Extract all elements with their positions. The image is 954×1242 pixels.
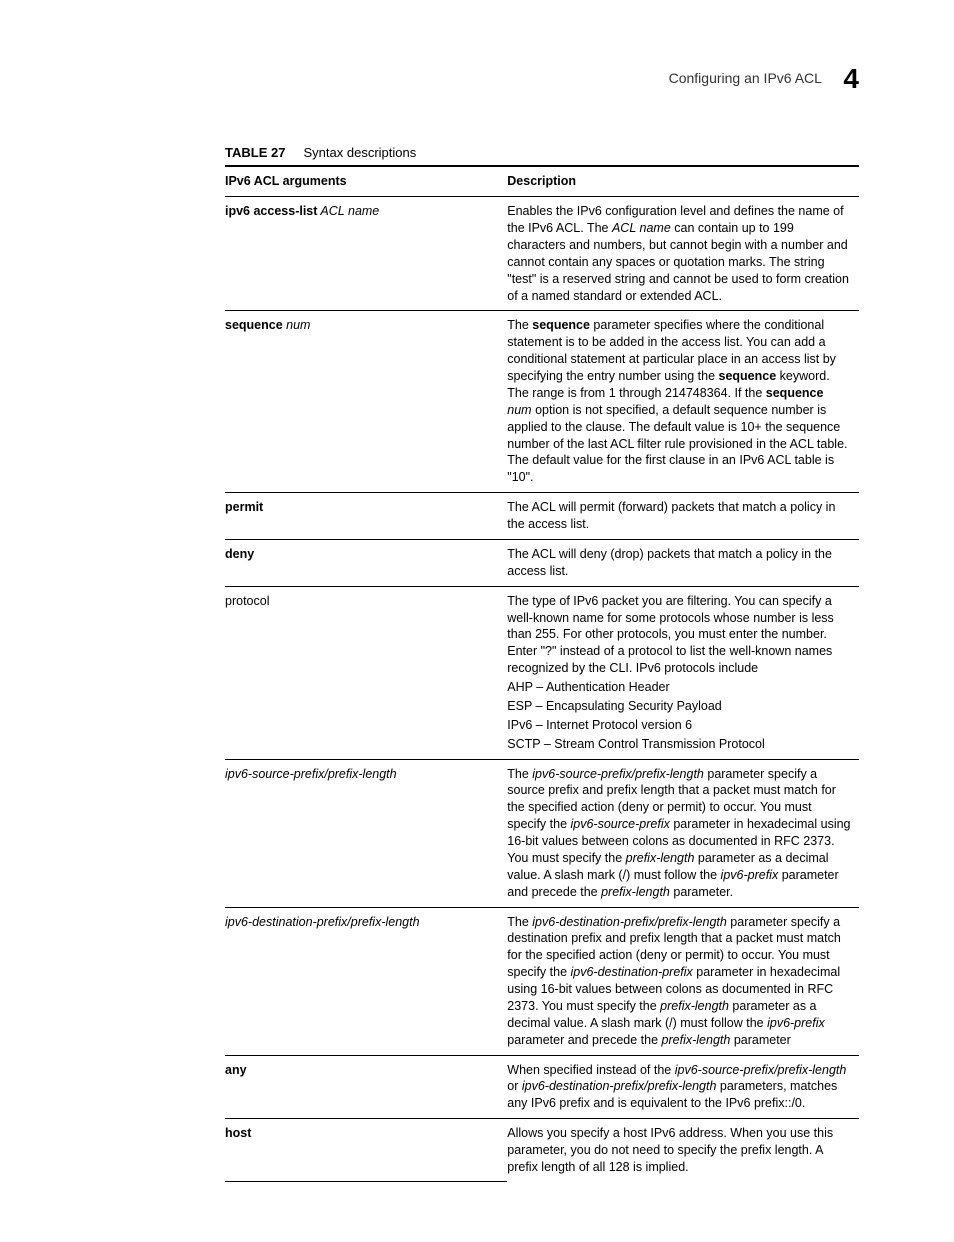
table-row: ipv6 access-list ACL name Enables the IP… [225, 197, 859, 311]
text-italic: ipv6-destination-prefix [571, 965, 693, 979]
text: The [507, 767, 532, 781]
text: The type of IPv6 packet you are filterin… [507, 593, 851, 677]
table-row: host Allows you specify a host IPv6 addr… [225, 1119, 859, 1182]
desc-cell: The ACL will deny (drop) packets that ma… [507, 539, 859, 586]
text-italic: prefix-length [662, 1033, 731, 1047]
text-italic: ipv6-destination-prefix/prefix-length [522, 1079, 717, 1093]
text: When specified instead of the [507, 1063, 674, 1077]
chapter-number: 4 [843, 60, 859, 98]
text-italic: ACL name [612, 221, 671, 235]
desc-cell: The ipv6-destination-prefix/prefix-lengt… [507, 907, 859, 1055]
arg-italic: ipv6-source-prefix/prefix-length [225, 767, 397, 781]
desc-cell: Allows you specify a host IPv6 address. … [507, 1119, 859, 1182]
arg-cell: ipv6 access-list ACL name [225, 197, 507, 311]
arg-cell: protocol [225, 586, 507, 759]
text: The ACL will permit (forward) packets th… [507, 499, 851, 533]
text: or [507, 1079, 522, 1093]
table-row: any When specified instead of the ipv6-s… [225, 1055, 859, 1119]
page: Configuring an IPv6 ACL 4 TABLE 27 Synta… [0, 0, 954, 1242]
arg-cell: ipv6-source-prefix/prefix-length [225, 759, 507, 907]
text-italic: prefix-length [626, 851, 695, 865]
text: The [507, 915, 532, 929]
arg-bold: host [225, 1126, 251, 1140]
table-caption: TABLE 27 Syntax descriptions [225, 144, 859, 162]
col-header-arguments: IPv6 ACL arguments [225, 166, 507, 196]
arg-bold: any [225, 1063, 247, 1077]
col-header-description: Description [507, 166, 859, 196]
table-row: permit The ACL will permit (forward) pac… [225, 493, 859, 540]
desc-cell: The ACL will permit (forward) packets th… [507, 493, 859, 540]
desc-cell: The sequence parameter specifies where t… [507, 311, 859, 493]
arg-bold: deny [225, 547, 254, 561]
arg-italic: num [283, 318, 311, 332]
text: parameter and precede the [507, 1033, 661, 1047]
desc-cell: The type of IPv6 packet you are filterin… [507, 586, 859, 759]
text-bold: sequence [719, 369, 777, 383]
page-title: Configuring an IPv6 ACL [669, 69, 822, 88]
text: SCTP – Stream Control Transmission Proto… [507, 736, 851, 753]
text: AHP – Authentication Header [507, 679, 851, 696]
arg-cell: host [225, 1119, 507, 1182]
arg-bold: ipv6 access-list [225, 204, 317, 218]
text: option is not specified, a default seque… [507, 403, 847, 485]
text-italic: prefix-length [601, 885, 670, 899]
desc-cell: When specified instead of the ipv6-sourc… [507, 1055, 859, 1119]
text: parameter. [670, 885, 733, 899]
arg-cell: deny [225, 539, 507, 586]
arg-cell: ipv6-destination-prefix/prefix-length [225, 907, 507, 1055]
text: The ACL will deny (drop) packets that ma… [507, 546, 851, 580]
text-bold: sequence [532, 318, 590, 332]
table-row: ipv6-source-prefix/prefix-length The ipv… [225, 759, 859, 907]
text: ESP – Encapsulating Security Payload [507, 698, 851, 715]
table-header-row: IPv6 ACL arguments Description [225, 166, 859, 196]
table-row: protocol The type of IPv6 packet you are… [225, 586, 859, 759]
syntax-table: IPv6 ACL arguments Description ipv6 acce… [225, 165, 859, 1182]
arg-cell: permit [225, 493, 507, 540]
text-italic: ipv6-source-prefix/prefix-length [532, 767, 704, 781]
text-italic: ipv6-source-prefix [571, 817, 670, 831]
text-italic: ipv6-source-prefix/prefix-length [675, 1063, 847, 1077]
text-italic: ipv6-prefix [767, 1016, 825, 1030]
text-italic: num [507, 403, 531, 417]
arg-cell: any [225, 1055, 507, 1119]
table-row: ipv6-destination-prefix/prefix-length Th… [225, 907, 859, 1055]
table-row: deny The ACL will deny (drop) packets th… [225, 539, 859, 586]
table-caption-text: Syntax descriptions [304, 145, 417, 160]
arg-cell: sequence num [225, 311, 507, 493]
text-bold: sequence [766, 386, 824, 400]
page-header: Configuring an IPv6 ACL 4 [225, 60, 859, 98]
arg-italic: ACL name [317, 204, 379, 218]
text: Allows you specify a host IPv6 address. … [507, 1125, 851, 1176]
table-label: TABLE 27 [225, 145, 285, 160]
text: IPv6 – Internet Protocol version 6 [507, 717, 851, 734]
arg-bold: permit [225, 500, 263, 514]
text: The [507, 318, 532, 332]
text-italic: ipv6-prefix [721, 868, 779, 882]
arg-bold: sequence [225, 318, 283, 332]
desc-cell: Enables the IPv6 configuration level and… [507, 197, 859, 311]
arg-plain: protocol [225, 594, 269, 608]
desc-cell: The ipv6-source-prefix/prefix-length par… [507, 759, 859, 907]
text-italic: prefix-length [660, 999, 729, 1013]
text-italic: ipv6-destination-prefix/prefix-length [532, 915, 727, 929]
text: parameter [730, 1033, 790, 1047]
table-row: sequence num The sequence parameter spec… [225, 311, 859, 493]
arg-italic: ipv6-destination-prefix/prefix-length [225, 915, 420, 929]
